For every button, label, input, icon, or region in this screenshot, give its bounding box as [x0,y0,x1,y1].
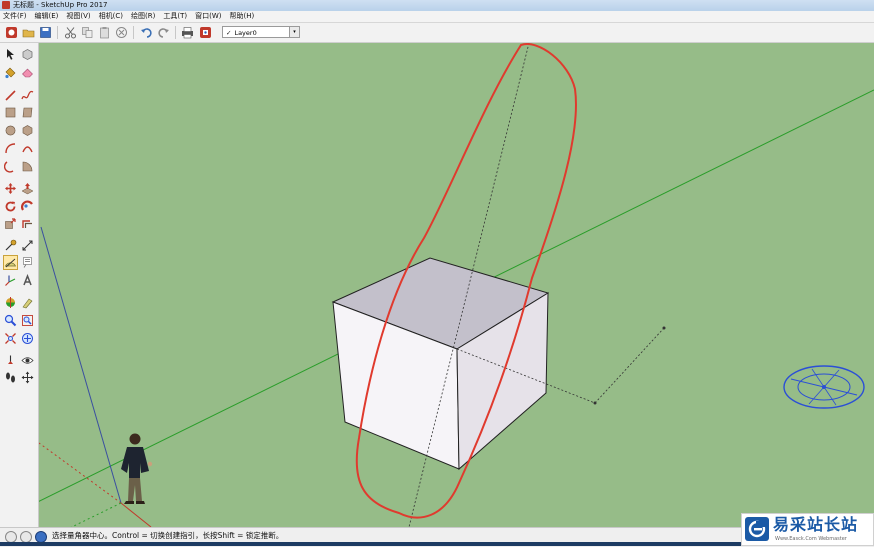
status-message: 选择量角器中心。Control = 切换创建指引，长按Shift = 锁定推断。 [52,531,284,540]
zoom-extents-icon[interactable] [3,331,18,346]
undo-icon[interactable] [139,25,154,40]
component-icon[interactable] [20,47,35,62]
push-pull-icon[interactable] [20,181,35,196]
arc-2pt-icon[interactable] [20,141,35,156]
rotated-rectangle-icon[interactable] [20,105,35,120]
menu-window[interactable]: 窗口(W) [192,11,226,22]
toolbar-separator [175,26,176,39]
toolbar-separator [57,26,58,39]
eraser-icon[interactable] [20,65,35,80]
menu-tools[interactable]: 工具(T) [160,11,192,22]
menu-edit[interactable]: 编辑(E) [32,11,64,22]
site-watermark: 易采站长站 Www.Easck.Com Webmaster [741,513,874,546]
cut-icon[interactable] [63,25,78,40]
watermark-name: 易采站长站 [773,515,859,534]
orbit-icon[interactable] [20,370,35,385]
copy-icon[interactable] [80,25,95,40]
rectangle-icon[interactable] [3,105,18,120]
3d-text-icon[interactable] [20,273,35,288]
paint-bucket-icon[interactable] [3,65,18,80]
print-icon[interactable] [180,25,195,40]
protractor-cursor [783,365,865,409]
protractor-icon[interactable] [3,255,18,270]
polygon-icon[interactable] [20,123,35,138]
watermark-subtitle: Www.Easck.Com Webmaster [775,536,847,542]
menu-bar: 文件(F) 编辑(E) 视图(V) 相机(C) 绘图(R) 工具(T) 窗口(W… [0,11,874,23]
position-camera-icon[interactable] [3,353,18,368]
layer-select[interactable]: ✓ Layer0 ▾ [222,26,300,38]
footprint-icon[interactable] [3,370,18,385]
main-toolbar: ✓ Layer0 ▾ [0,23,874,43]
tape-measure-icon[interactable] [3,238,18,253]
large-tool-set [0,43,39,527]
zoom-icon[interactable] [3,313,18,328]
model-viewport[interactable] [39,43,874,527]
menu-camera[interactable]: 相机(C) [96,11,128,22]
construction-guide-2 [594,327,665,404]
arc-icon[interactable] [3,141,18,156]
freehand-icon[interactable] [20,88,35,103]
line-icon[interactable] [3,88,18,103]
red-axis-dotted [39,442,122,504]
redo-icon[interactable] [156,25,171,40]
blue-axis [40,226,122,504]
watermark-logo-icon [745,517,769,541]
section-plane-icon[interactable] [3,295,18,310]
text-icon[interactable] [20,255,35,270]
guide-point [662,326,666,330]
follow-me-icon[interactable] [20,199,35,214]
model-info-icon[interactable] [198,25,213,40]
paste-icon[interactable] [97,25,112,40]
toolbar-separator [133,26,134,39]
pie-icon[interactable] [20,159,35,174]
select-icon[interactable] [3,47,18,62]
app-icon [2,1,10,9]
axes-icon[interactable] [3,273,18,288]
menu-draw[interactable]: 绘图(R) [128,11,160,22]
layer-current-name: Layer0 [234,29,257,37]
getting-started-icon[interactable] [4,25,19,40]
window-title: 无标题 - SketchUp Pro 2017 [13,1,108,9]
open-icon[interactable] [21,25,36,40]
dimension-icon[interactable] [20,238,35,253]
scale-figure-person [121,433,153,504]
menu-help[interactable]: 帮助(H) [226,11,259,22]
erase-icon[interactable] [114,25,129,40]
red-axis [120,502,152,527]
look-around-icon[interactable] [20,353,35,368]
menu-view[interactable]: 视图(V) [63,11,95,22]
move-icon[interactable] [3,181,18,196]
layer-dropdown-button[interactable]: ▾ [289,27,299,37]
offset-icon[interactable] [20,216,35,231]
guide-point [593,401,597,405]
scale-icon[interactable] [3,216,18,231]
zoom-window-icon[interactable] [20,313,35,328]
paint-icon[interactable] [20,295,35,310]
rotate-icon[interactable] [3,199,18,214]
green-axis-dotted [70,502,122,527]
layer-visible-checkmark: ✓ [226,29,232,37]
circle-icon[interactable] [3,123,18,138]
pan-icon[interactable] [20,331,35,346]
arc-3pt-icon[interactable] [3,159,18,174]
menu-file[interactable]: 文件(F) [0,11,32,22]
save-icon[interactable] [38,25,53,40]
